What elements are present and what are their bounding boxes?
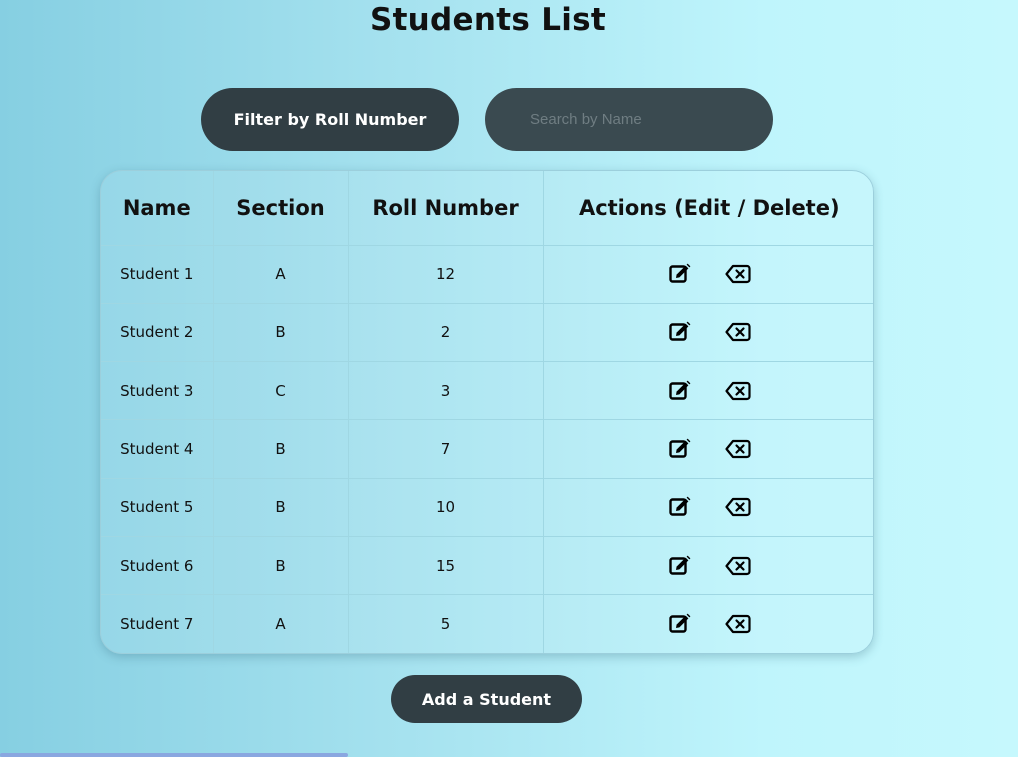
student-roll-number-cell: 2	[347, 302, 544, 363]
column-header-actions: Actions (Edit / Delete)	[542, 171, 873, 246]
student-section-cell: B	[212, 419, 349, 479]
column-header-name: Name	[101, 171, 214, 246]
edit-icon[interactable]	[666, 552, 694, 580]
backspace-delete-icon[interactable]	[724, 552, 752, 580]
column-header-roll-number: Roll Number	[347, 171, 544, 246]
backspace-delete-icon[interactable]	[724, 260, 752, 288]
table-row: Student 2 B 2	[101, 302, 873, 363]
backspace-delete-icon[interactable]	[724, 318, 752, 346]
column-header-section: Section	[212, 171, 349, 246]
actions-cell	[542, 594, 873, 653]
edit-icon[interactable]	[666, 377, 694, 405]
student-name-cell: Student 4	[101, 419, 214, 479]
student-name-cell: Student 5	[101, 477, 214, 537]
actions-cell	[542, 361, 873, 421]
student-name-cell: Student 7	[101, 594, 214, 653]
student-roll-number-cell: 3	[347, 361, 544, 421]
edit-icon[interactable]	[666, 493, 694, 521]
page-title: Students List	[369, 2, 607, 38]
student-section-cell: B	[212, 535, 349, 596]
student-name-cell: Student 6	[101, 535, 214, 596]
add-student-button[interactable]: Add a Student	[391, 675, 582, 723]
student-section-cell: B	[212, 302, 349, 363]
backspace-delete-icon[interactable]	[724, 377, 752, 405]
actions-cell	[542, 419, 873, 479]
filter-by-roll-number-button[interactable]: Filter by Roll Number	[201, 88, 459, 151]
backspace-delete-icon[interactable]	[724, 493, 752, 521]
student-name-cell: Student 2	[101, 302, 214, 363]
actions-cell	[542, 244, 873, 304]
edit-icon[interactable]	[666, 260, 694, 288]
table-row: Student 3 C 3	[101, 361, 873, 421]
student-name-cell: Student 1	[101, 244, 214, 304]
student-roll-number-cell: 10	[347, 477, 544, 537]
student-section-cell: A	[212, 594, 349, 653]
student-name-cell: Student 3	[101, 361, 214, 421]
student-roll-number-cell: 12	[347, 244, 544, 304]
table-row: Student 5 B 10	[101, 477, 873, 537]
table-row: Student 6 B 15	[101, 535, 873, 596]
student-section-cell: B	[212, 477, 349, 537]
actions-cell	[542, 302, 873, 363]
student-section-cell: C	[212, 361, 349, 421]
students-table: Name Section Roll Number Actions (Edit /…	[101, 171, 873, 653]
table-row: Student 1 A 12	[101, 244, 873, 304]
table-header-row: Name Section Roll Number Actions (Edit /…	[101, 171, 873, 246]
student-roll-number-cell: 5	[347, 594, 544, 653]
student-roll-number-cell: 15	[347, 535, 544, 596]
actions-cell	[542, 477, 873, 537]
student-roll-number-cell: 7	[347, 419, 544, 479]
search-by-name-input[interactable]	[485, 88, 773, 151]
actions-cell	[542, 535, 873, 596]
horizontal-scrollbar[interactable]	[0, 753, 348, 757]
edit-icon[interactable]	[666, 318, 694, 346]
table-row: Student 4 B 7	[101, 419, 873, 479]
students-table-container: Name Section Roll Number Actions (Edit /…	[100, 170, 874, 654]
student-section-cell: A	[212, 244, 349, 304]
edit-icon[interactable]	[666, 435, 694, 463]
table-row: Student 7 A 5	[101, 594, 873, 653]
backspace-delete-icon[interactable]	[724, 610, 752, 638]
backspace-delete-icon[interactable]	[724, 435, 752, 463]
edit-icon[interactable]	[666, 610, 694, 638]
